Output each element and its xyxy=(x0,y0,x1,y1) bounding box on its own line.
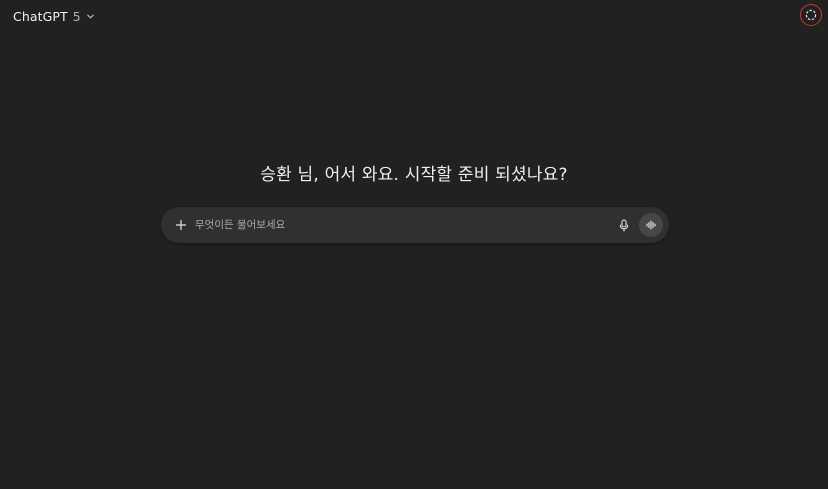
microphone-icon xyxy=(618,218,630,232)
model-version: 5 xyxy=(72,8,81,24)
model-switcher-button[interactable]: ChatGPT 5 xyxy=(8,5,100,27)
welcome-greeting: 승환 님, 어서 와요. 시작할 준비 되셨나요? xyxy=(260,165,568,185)
dashed-circle-icon xyxy=(805,9,817,21)
prompt-composer xyxy=(161,207,669,243)
top-bar: ChatGPT 5 xyxy=(0,0,828,34)
dictate-button[interactable] xyxy=(614,215,634,235)
voice-mode-button[interactable] xyxy=(639,213,663,237)
prompt-input[interactable] xyxy=(195,215,595,235)
waveform-icon xyxy=(645,219,657,231)
temporary-chat-button[interactable] xyxy=(800,4,822,26)
chevron-down-icon xyxy=(86,12,95,21)
add-attachment-button[interactable] xyxy=(170,214,192,236)
model-name: ChatGPT xyxy=(13,8,68,24)
plus-icon xyxy=(175,219,187,231)
chat-page: ChatGPT 5 승환 님, 어서 와요. 시작할 준비 되셨나요? xyxy=(0,0,828,489)
